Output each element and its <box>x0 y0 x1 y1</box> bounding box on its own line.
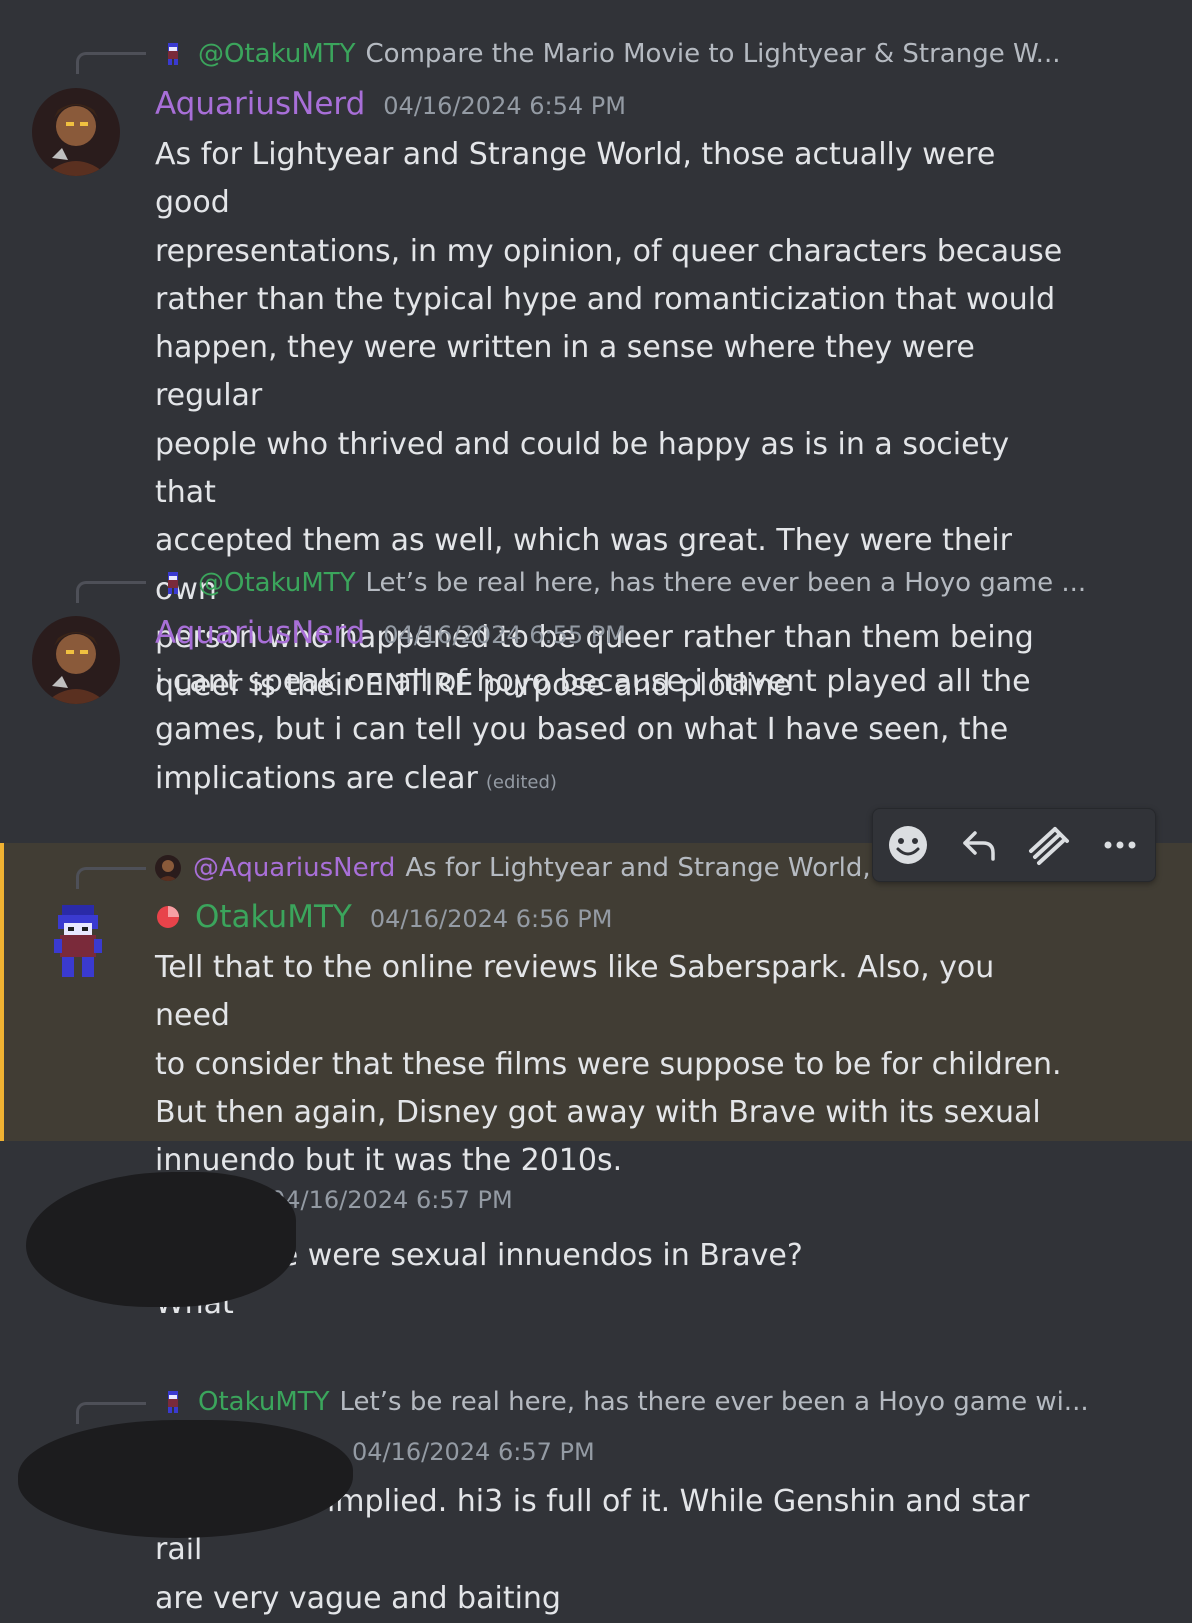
message-4: 04/16/2024 6:57 PM ??? There were sexual… <box>0 1160 1192 1350</box>
reply-button[interactable] <box>951 817 1007 873</box>
red-role-icon[interactable] <box>155 904 181 930</box>
author-name[interactable]: AquariusNerd <box>155 615 365 651</box>
message-line: games, but i can tell you based on what … <box>155 712 1009 748</box>
redaction-scribble <box>26 1172 296 1307</box>
message-line: are very vague and baiting <box>155 1580 561 1616</box>
message-line-text: implications are clear <box>155 760 478 796</box>
reply-icon <box>963 831 995 861</box>
more-icon <box>1104 841 1136 849</box>
message-3-highlighted: @AquariusNerd As for Lightyear and Stran… <box>0 843 1192 1178</box>
aquariusnerd-mini-avatar <box>155 855 181 881</box>
message-line: Tell that to the online reviews like Sab… <box>155 950 995 1034</box>
edited-label[interactable]: (edited) <box>486 772 557 793</box>
message-line: What <box>155 1280 1075 1328</box>
reply-mention[interactable]: @OtakuMTY <box>198 39 356 69</box>
timestamp[interactable]: 04/16/2024 6:55 PM <box>383 621 626 649</box>
author-name[interactable]: OtakuMTY <box>195 899 352 935</box>
timestamp[interactable]: 04/16/2024 6:54 PM <box>383 92 626 120</box>
reply-preview[interactable]: @OtakuMTY Let’s be real here, has there … <box>160 565 1086 601</box>
reply-snippet[interactable]: Compare the Mario Movie to Lightyear & S… <box>366 39 1061 69</box>
pixel-character-icon <box>168 43 178 65</box>
reply-snippet[interactable]: Let’s be real here, has there ever been … <box>340 1387 1089 1417</box>
message-line: i cant speak on all of hoyo because i ha… <box>155 664 1031 699</box>
reply-mention[interactable]: @OtakuMTY <box>198 568 356 598</box>
author-name[interactable]: AquariusNerd <box>155 86 365 122</box>
more-options-button[interactable] <box>1092 817 1148 873</box>
timestamp[interactable]: 04/16/2024 6:56 PM <box>370 905 613 933</box>
aquariusnerd-avatar[interactable] <box>32 616 120 704</box>
message-hover-toolbar <box>872 808 1156 882</box>
message-line: But then again, Disney got away with Bra… <box>155 1094 1041 1130</box>
message-line: people who thrived and could be happy as… <box>155 426 1010 511</box>
pixel-character-icon <box>168 572 178 594</box>
message-line: representations, in my opinion, of queer… <box>155 233 1063 269</box>
forward-icon <box>1029 827 1070 865</box>
add-reaction-button[interactable] <box>880 817 936 873</box>
message-line: As for Lightyear and Strange World, thos… <box>155 137 996 221</box>
message-line: happen, they were written in a sense whe… <box>155 330 975 414</box>
message-line: implications are clear (edited) <box>155 755 1075 807</box>
add-reaction-icon <box>889 826 928 864</box>
aquariusnerd-avatar[interactable] <box>32 88 120 176</box>
message-line: to consider that these films were suppos… <box>155 1046 1062 1082</box>
reply-mention[interactable]: OtakuMTY <box>198 1387 330 1417</box>
message-content: i cant speak on all of hoyo because i ha… <box>155 658 1075 807</box>
forward-button[interactable] <box>1021 817 1077 873</box>
message-content: Tell that to the online reviews like Sab… <box>155 944 1075 1185</box>
pixel-character-icon <box>168 1391 178 1413</box>
reply-connector <box>76 52 146 74</box>
reply-mention[interactable]: @AquariusNerd <box>193 853 395 883</box>
message-line: rather than the typical hype and romanti… <box>155 281 1056 317</box>
reply-preview[interactable]: @AquariusNerd As for Lightyear and Stran… <box>155 850 871 886</box>
message-2: @OtakuMTY Let’s be real here, has there … <box>0 560 1192 840</box>
message-1: @OtakuMTY Compare the Mario Movie to Lig… <box>0 0 1192 703</box>
reply-connector <box>76 1402 146 1424</box>
timestamp[interactable]: 04/16/2024 6:57 PM <box>352 1438 595 1466</box>
reply-preview[interactable]: OtakuMTY Let’s be real here, has there e… <box>160 1384 1089 1420</box>
timestamp[interactable]: 04/16/2024 6:57 PM <box>270 1186 513 1214</box>
reply-connector <box>76 581 146 603</box>
reply-connector <box>76 867 146 889</box>
reply-snippet[interactable]: As for Lightyear and Strange World, <box>405 853 870 883</box>
reply-snippet[interactable]: Let’s be real here, has there ever been … <box>366 568 1087 598</box>
pixel-character-avatar[interactable] <box>50 905 106 981</box>
reply-preview[interactable]: @OtakuMTY Compare the Mario Movie to Lig… <box>160 36 1060 72</box>
message-5: OtakuMTY Let’s be real here, has there e… <box>0 1380 1192 1616</box>
